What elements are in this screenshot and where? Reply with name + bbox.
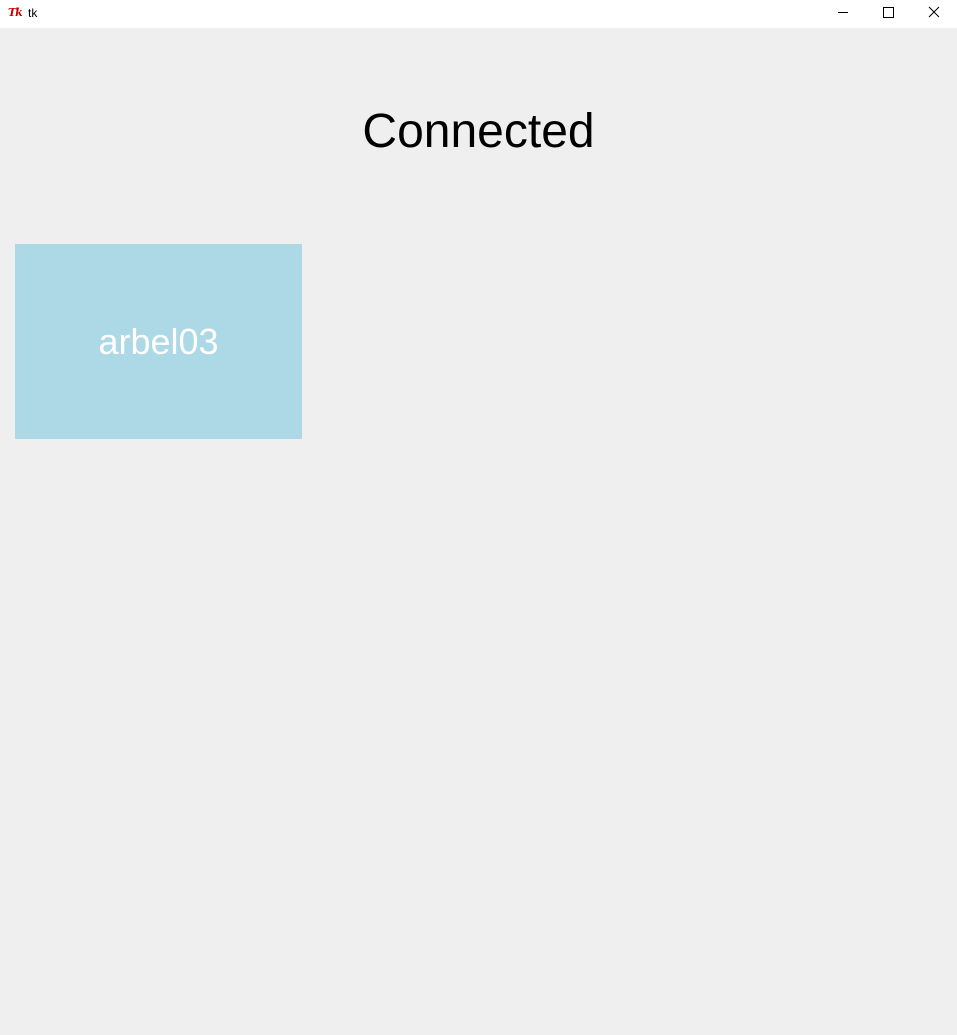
main-area: Connected arbel03: [0, 28, 957, 1035]
maximize-icon: [883, 7, 894, 18]
window-title: tk: [28, 6, 38, 20]
client-tile-label: arbel03: [98, 320, 219, 362]
client-tile-arbel03[interactable]: arbel03: [15, 244, 302, 439]
close-icon: [928, 6, 940, 18]
minimize-icon: [838, 12, 848, 13]
app-window: Tk tk Connected arbel03: [0, 0, 957, 1035]
title-bar[interactable]: Tk tk: [0, 0, 957, 28]
connection-status-title: Connected: [362, 105, 595, 158]
close-button[interactable]: [911, 0, 957, 28]
minimize-button[interactable]: [820, 0, 866, 28]
maximize-button[interactable]: [865, 0, 911, 28]
tk-feather-icon: Tk: [8, 6, 23, 19]
